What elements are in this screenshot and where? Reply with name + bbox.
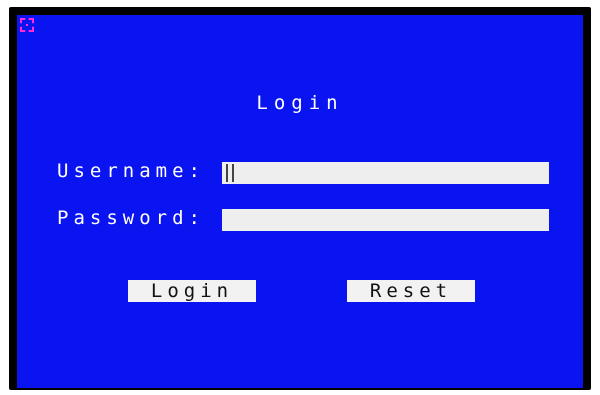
password-field[interactable] [222, 209, 549, 231]
corner-marker-icon [20, 18, 34, 32]
password-label: Password: [57, 207, 205, 229]
username-field[interactable] [222, 162, 549, 184]
reset-button[interactable]: Reset [347, 280, 475, 302]
text-cursor [226, 164, 234, 182]
screen-bezel: Login Username: Password: Login Reset [9, 7, 591, 390]
login-title: Login [256, 92, 344, 114]
login-button[interactable]: Login [128, 280, 256, 302]
osd-login-panel: Login Username: Password: Login Reset [17, 15, 583, 388]
monitor-frame: Login Username: Password: Login Reset [0, 0, 600, 395]
username-label: Username: [57, 160, 205, 182]
